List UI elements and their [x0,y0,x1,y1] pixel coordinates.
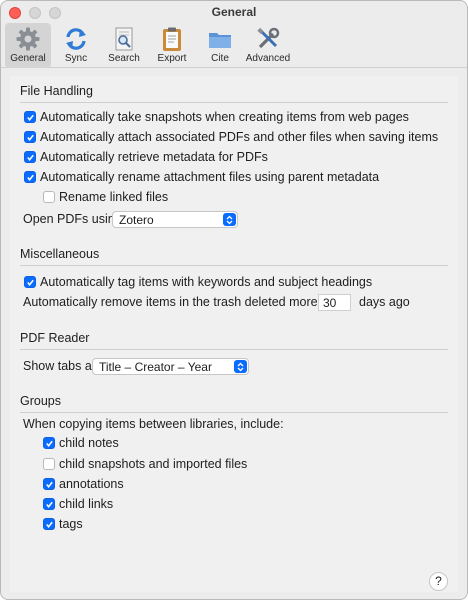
tab-export[interactable]: Export [149,23,195,68]
tab-advanced[interactable]: Advanced [245,23,291,68]
show-tabs-label: Show tabs as [23,359,99,373]
rename-attachments-checkbox[interactable]: Automatically rename attachment files us… [24,170,379,184]
checkbox-checked-icon [24,111,36,123]
show-tabs-select[interactable]: Title – Creator – Year [92,358,249,375]
child-notes-label: child notes [59,436,119,450]
checkbox-checked-icon [43,498,55,510]
open-pdfs-label: Open PDFs using [23,212,122,226]
pdf-reader-heading: PDF Reader [20,331,90,345]
rename-attachments-label: Automatically rename attachment files us… [40,170,380,184]
file-handling-divider [20,102,448,103]
checkbox-checked-icon [24,131,36,143]
gear-icon [16,27,40,51]
chevron-updown-icon [223,213,236,226]
help-button[interactable]: ? [429,572,448,591]
chevron-updown-icon [234,360,247,373]
tab-sync-label: Sync [64,53,88,64]
child-links-label: child links [59,497,114,511]
groups-intro-label: When copying items between libraries, in… [23,417,284,431]
retrieve-metadata-checkbox[interactable]: Automatically retrieve metadata for PDFs [24,150,268,164]
sync-icon [66,28,86,50]
tab-advanced-label: Advanced [245,53,291,64]
search-icon [115,27,133,51]
open-pdfs-select[interactable]: Zotero [112,211,238,228]
checkbox-checked-icon [43,437,55,449]
tab-general[interactable]: General [5,23,51,68]
checkbox-checked-icon [43,518,55,530]
file-handling-heading: File Handling [20,84,93,98]
checkbox-checked-icon [24,276,36,288]
miscellaneous-heading: Miscellaneous [20,247,100,261]
tab-cite[interactable]: Cite [197,23,243,68]
rename-linked-files-label: Rename linked files [59,190,169,204]
trash-days-ago-label: days ago [359,295,410,309]
annotations-label: annotations [59,477,124,491]
take-snapshots-checkbox[interactable]: Automatically take snapshots when creati… [24,110,409,124]
attach-pdfs-label: Automatically attach associated PDFs and… [40,130,439,144]
show-tabs-value: Title – Creator – Year [99,359,212,374]
open-pdfs-value: Zotero [119,212,154,227]
preferences-toolbar: General Sync Search Export Cite Advanced [1,23,467,68]
title-bar: General [1,1,467,23]
tools-icon [257,27,280,49]
groups-divider [20,412,448,413]
auto-tag-checkbox[interactable]: Automatically tag items with keywords an… [24,275,372,289]
checkbox-unchecked-icon [43,191,55,203]
child-notes-checkbox[interactable]: child notes [43,436,119,450]
checkbox-checked-icon [24,151,36,163]
tab-cite-label: Cite [211,53,229,64]
miscellaneous-divider [20,265,448,266]
tab-search[interactable]: Search [101,23,147,68]
tab-general-label: General [10,53,46,64]
annotations-checkbox[interactable]: annotations [43,477,124,491]
tags-checkbox[interactable]: tags [43,517,83,531]
preferences-window: General General Sync Search Export Cite … [0,0,468,600]
checkbox-checked-icon [43,478,55,490]
tags-label: tags [59,517,83,531]
pdf-reader-divider [20,349,448,350]
child-snapshots-label: child snapshots and imported files [59,457,248,471]
checkbox-unchecked-icon [43,458,55,470]
preferences-content: File Handling Automatically take snapsho… [10,76,458,592]
take-snapshots-label: Automatically take snapshots when creati… [40,110,409,124]
child-links-checkbox[interactable]: child links [43,497,113,511]
auto-tag-label: Automatically tag items with keywords an… [40,275,373,289]
child-snapshots-checkbox[interactable]: child snapshots and imported files [43,457,247,471]
checkbox-checked-icon [24,171,36,183]
groups-heading: Groups [20,394,61,408]
window-title: General [211,5,257,19]
trash-remove-label: Automatically remove items in the trash … [23,295,346,309]
clipboard-icon [163,27,181,51]
folder-icon [209,33,231,48]
tab-search-label: Search [108,53,140,64]
tab-sync[interactable]: Sync [53,23,99,68]
rename-linked-files-checkbox[interactable]: Rename linked files [43,190,168,204]
trash-days-input[interactable]: 30 [318,294,351,311]
tab-export-label: Export [157,53,187,64]
retrieve-metadata-label: Automatically retrieve metadata for PDFs [40,150,268,164]
attach-pdfs-checkbox[interactable]: Automatically attach associated PDFs and… [24,130,438,144]
